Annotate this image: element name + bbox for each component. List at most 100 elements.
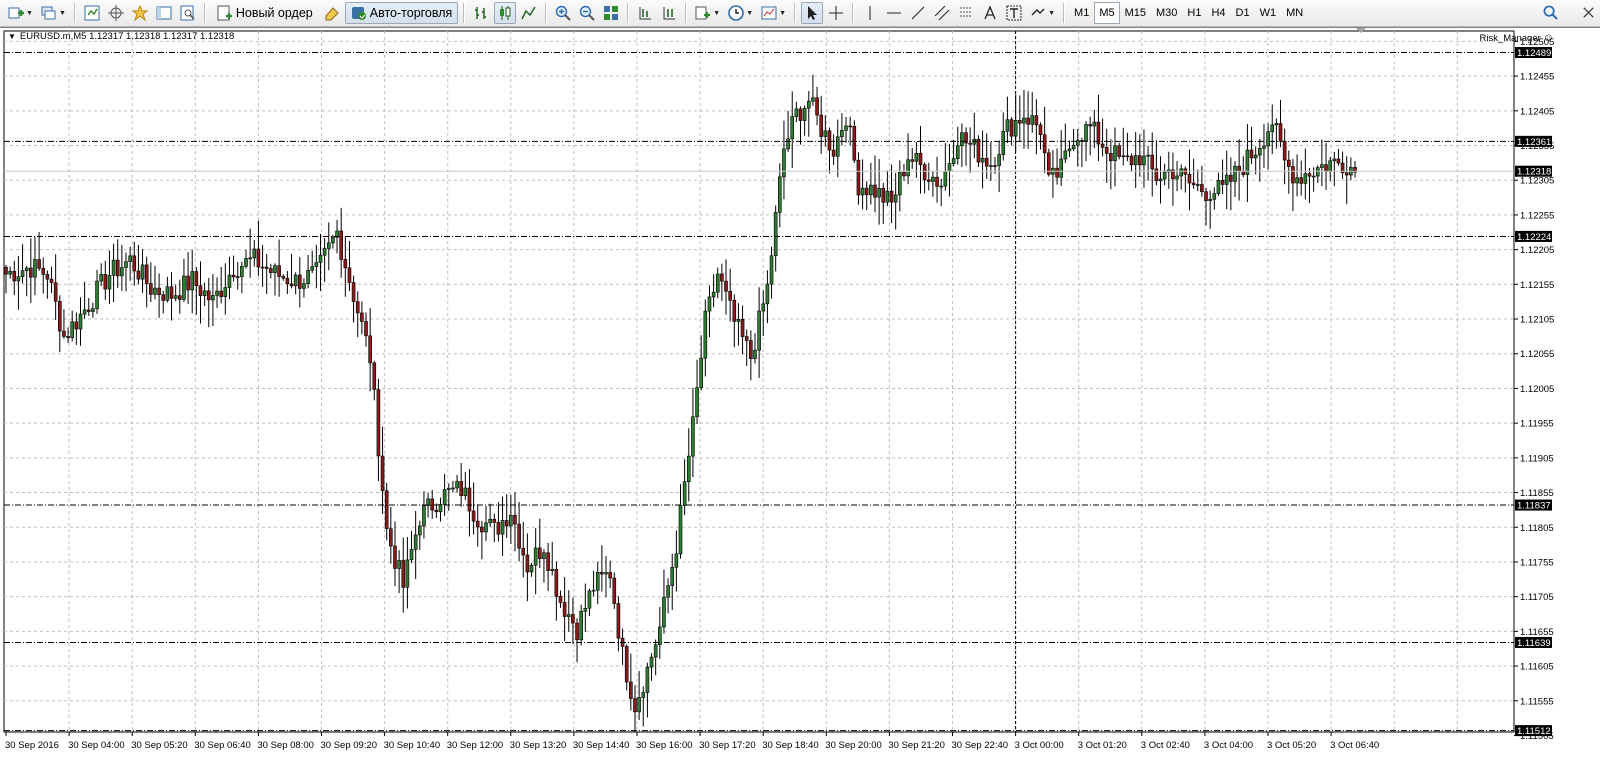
time-label: 30 Sep 14:40 <box>573 740 630 751</box>
close-icon[interactable] <box>1581 5 1596 20</box>
zoom-out-button[interactable] <box>576 2 598 24</box>
text-label-button[interactable] <box>1003 2 1025 24</box>
profiles-button[interactable]: ▼ <box>38 2 69 24</box>
candle-body <box>1042 134 1047 154</box>
candle-body <box>240 266 244 277</box>
crosshair-icon <box>829 6 844 20</box>
chart-shift-marker-icon[interactable] <box>1356 28 1366 33</box>
candle-body <box>542 552 546 559</box>
candle-body <box>211 295 215 301</box>
candle-body <box>471 510 476 522</box>
autotrading-label: Авто-торговля <box>369 6 453 20</box>
chart-shift-button[interactable] <box>658 2 680 24</box>
candle-body <box>16 276 21 282</box>
toolbar-separator <box>463 3 466 23</box>
autotrading-button[interactable]: Авто-торговля <box>344 2 459 24</box>
candle-body <box>1067 148 1072 152</box>
search-icon[interactable] <box>1543 5 1558 20</box>
candlestick-chart-button[interactable] <box>494 2 517 24</box>
candle-body <box>409 549 414 561</box>
new-order-button[interactable]: Новый ордер <box>211 2 319 24</box>
templates-button[interactable]: ▼ <box>758 2 789 24</box>
candle-body <box>372 362 377 390</box>
vertical-line-button[interactable] <box>859 2 881 24</box>
line-chart-icon <box>521 6 536 20</box>
candle-body <box>616 603 621 639</box>
equidistant-channel-button[interactable] <box>931 2 953 24</box>
candle-body <box>298 274 302 289</box>
tile-windows-button[interactable] <box>600 2 622 24</box>
periods-button[interactable]: ▼ <box>725 2 756 24</box>
text-button[interactable] <box>979 2 1001 24</box>
new-chart-button[interactable]: ▼ <box>5 2 36 24</box>
candle-body <box>455 481 459 489</box>
price-chart[interactable]: 1.125051.124551.124051.123551.123051.122… <box>0 28 1600 774</box>
cursor-button[interactable] <box>801 2 824 24</box>
candle-body <box>579 610 583 641</box>
arrows-button[interactable]: ▼ <box>1027 2 1058 24</box>
indicators-button[interactable]: ▼ <box>692 2 723 24</box>
price-tick-label: 1.11705 <box>1520 592 1554 603</box>
candle-body <box>604 572 608 575</box>
new-order-icon <box>217 5 232 21</box>
horizontal-line-icon <box>887 12 902 14</box>
candle-body <box>380 455 385 492</box>
timeframe-m15-button[interactable]: M15 <box>1120 2 1151 24</box>
terminal-button[interactable] <box>153 2 175 24</box>
candle-body <box>653 644 658 658</box>
timeframe-d1-button[interactable]: D1 <box>1231 2 1255 24</box>
time-label: 30 Sep 20:00 <box>825 740 882 751</box>
chart-window[interactable]: 1.125051.124551.124051.123551.123051.122… <box>0 27 1600 774</box>
candle-body <box>1344 172 1349 176</box>
candle-body <box>244 258 248 267</box>
time-label: 3 Oct 05:20 <box>1267 740 1316 751</box>
candle-body <box>931 176 935 182</box>
candle-body <box>33 259 37 278</box>
metaeditor-button[interactable] <box>321 2 343 24</box>
bar-chart-button[interactable] <box>470 2 492 24</box>
zoom-in-button[interactable] <box>552 2 574 24</box>
candle-body <box>277 265 281 277</box>
line-chart-button[interactable] <box>518 2 540 24</box>
timeframe-h1-button[interactable]: H1 <box>1182 2 1206 24</box>
candle-body <box>939 185 943 188</box>
candle-body <box>844 125 848 131</box>
candle-body <box>1158 178 1163 182</box>
horizontal-line-button[interactable] <box>883 2 905 24</box>
timeframe-w1-button[interactable]: W1 <box>1255 2 1282 24</box>
candle-body <box>881 187 886 203</box>
timeframe-mn-button[interactable]: MN <box>1281 2 1308 24</box>
trendline-button[interactable] <box>907 2 929 24</box>
candle-body <box>78 313 83 330</box>
candle-body <box>806 100 811 109</box>
candle-body <box>1096 121 1101 145</box>
fibonacci-button[interactable] <box>955 2 977 24</box>
candle-body <box>430 498 435 511</box>
price-tick-label: 1.12005 <box>1520 384 1554 395</box>
candle-body <box>1324 164 1328 172</box>
navigator-button[interactable] <box>105 2 127 24</box>
candle-body <box>873 184 877 198</box>
candle-body <box>703 310 708 359</box>
timeframe-m30-button[interactable]: M30 <box>1151 2 1182 24</box>
autoscroll-button[interactable] <box>634 2 656 24</box>
candle-body <box>1005 119 1010 132</box>
toolbar-separator <box>545 3 548 23</box>
expert-advisor-label[interactable]: Risk_Manager ☺ <box>1480 32 1554 44</box>
chevron-down-icon: ▼ <box>746 9 754 17</box>
candle-body <box>442 489 447 505</box>
timeframe-m5-button[interactable]: M5 <box>1094 2 1120 24</box>
candle-body <box>293 274 298 287</box>
candle-body <box>1038 124 1043 136</box>
candle-body <box>41 267 46 275</box>
market-watch-button[interactable] <box>81 2 103 24</box>
price-tick-label: 1.11905 <box>1520 453 1554 464</box>
crosshair-button[interactable] <box>825 2 847 24</box>
timeframe-h4-button[interactable]: H4 <box>1206 2 1230 24</box>
triangle-down-icon[interactable]: ▼ <box>8 32 16 41</box>
timeframe-m1-button[interactable]: M1 <box>1069 2 1094 24</box>
strategy-tester-button[interactable] <box>177 2 199 24</box>
favorites-button[interactable] <box>129 2 151 24</box>
candle-body <box>53 282 58 302</box>
candle-body <box>149 283 153 295</box>
